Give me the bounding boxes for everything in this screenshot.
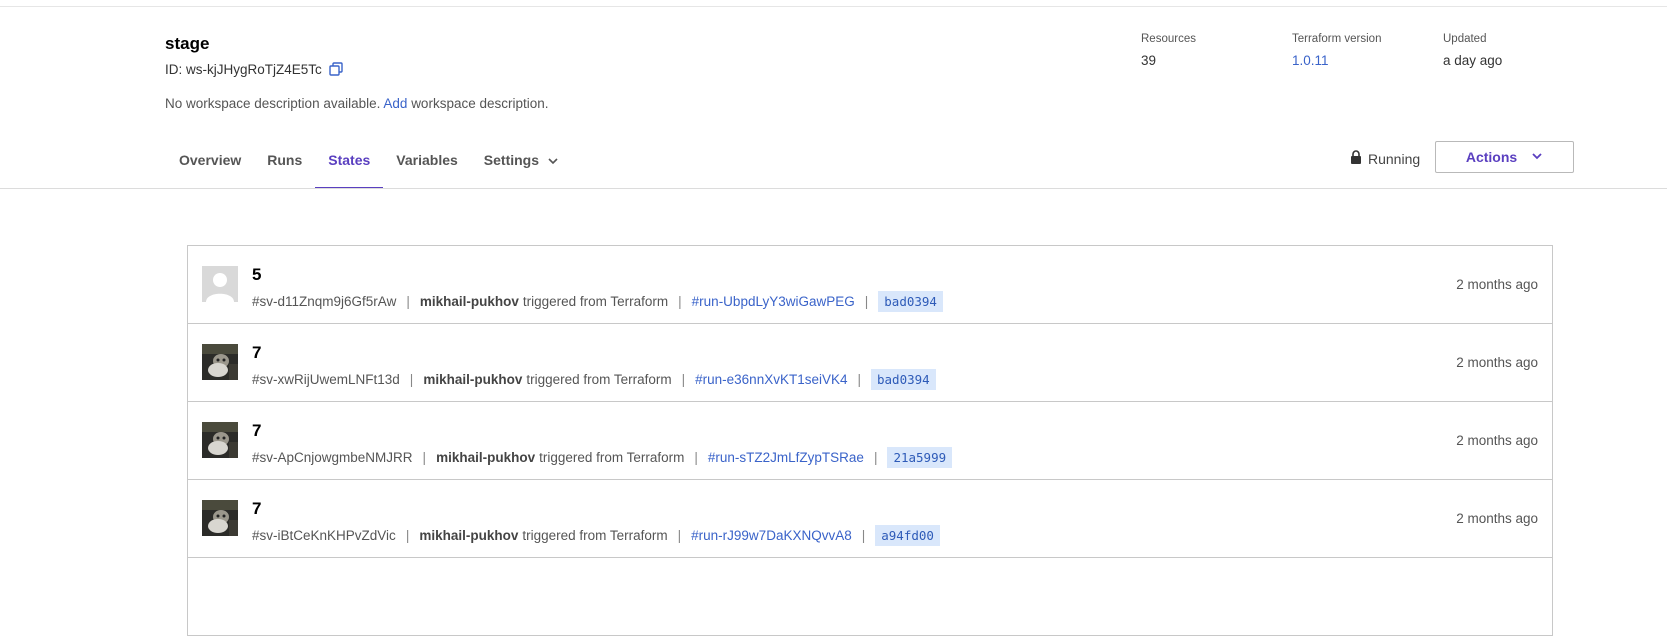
- state-version-id: #sv-iBtCeKnKHPvZdVic: [252, 528, 396, 543]
- separator: |: [678, 294, 682, 309]
- workspace-id-text: ID: ws-kjJHygRoTjZ4E5Tc: [165, 61, 322, 77]
- state-row[interactable]: 5 #sv-d11Znqm9j6Gf5rAw | mikhail-pukhov …: [188, 246, 1552, 324]
- workspace-tabs: Overview Runs States Variables Settings: [166, 137, 572, 189]
- separator: |: [677, 528, 682, 543]
- state-serial[interactable]: 7: [252, 499, 261, 519]
- state-trigger: triggered from Terraform: [522, 294, 669, 309]
- state-trigger: triggered from Terraform: [539, 450, 685, 465]
- tab-settings-label: Settings: [483, 152, 540, 168]
- run-link[interactable]: #run-e36nnXvKT1seiVK4: [695, 372, 847, 387]
- run-status: Running: [1350, 150, 1420, 167]
- workspace-title: stage: [165, 34, 210, 53]
- top-divider: [0, 6, 1667, 7]
- state-serial[interactable]: 7: [252, 421, 261, 441]
- state-time: 2 months ago: [1456, 277, 1538, 292]
- resources-value: 39: [1141, 53, 1157, 68]
- commit-sha[interactable]: bad0394: [871, 369, 936, 390]
- description-suffix: workspace description.: [411, 96, 549, 111]
- state-version-id: #sv-xwRijUwemLNFt13d: [252, 372, 400, 387]
- state-row[interactable]: 7 #sv-iBtCeKnKHPvZdVic | mikhail-pukhov …: [188, 480, 1552, 558]
- actions-button[interactable]: Actions: [1435, 141, 1574, 173]
- updated-meta: Updated a day ago: [1443, 33, 1502, 68]
- state-meta: #sv-ApCnjowgmbeNMJRR | mikhail-pukhov tr…: [252, 447, 953, 468]
- state-user: mikhail-pukhov: [419, 528, 519, 543]
- state-trigger: triggered from Terraform: [526, 372, 672, 387]
- chevron-down-icon: [1531, 149, 1543, 165]
- separator: |: [406, 294, 410, 309]
- state-serial[interactable]: 5: [252, 265, 261, 285]
- state-row[interactable]: 7 #sv-ApCnjowgmbeNMJRR | mikhail-pukhov …: [188, 402, 1552, 480]
- run-link[interactable]: #run-sTZ2JmLfZypTSRae: [708, 450, 864, 465]
- state-serial[interactable]: 7: [252, 343, 261, 363]
- separator: |: [861, 528, 866, 543]
- copy-icon[interactable]: [328, 61, 344, 77]
- workspace-description: No workspace description available. Add …: [165, 96, 549, 111]
- separator: |: [409, 372, 414, 387]
- separator: |: [694, 450, 698, 465]
- separator: |: [857, 372, 861, 387]
- actions-label: Actions: [1465, 149, 1518, 165]
- state-row[interactable]: 7 #sv-xwRijUwemLNFt13d | mikhail-pukhov …: [188, 324, 1552, 402]
- state-version-id: #sv-d11Znqm9j6Gf5rAw: [252, 294, 397, 309]
- state-trigger: triggered from Terraform: [522, 528, 668, 543]
- resources-meta: Resources 39: [1141, 33, 1196, 68]
- terraform-version-link[interactable]: 1.0.11: [1292, 53, 1381, 68]
- chevron-down-icon: [547, 154, 559, 170]
- commit-sha[interactable]: bad0394: [878, 291, 943, 312]
- separator: |: [864, 294, 869, 309]
- state-user: mikhail-pukhov: [436, 450, 536, 465]
- terraform-version-meta: Terraform version 1.0.11: [1292, 33, 1381, 68]
- state-user: mikhail-pukhov: [419, 294, 519, 309]
- user-avatar-icon: [202, 422, 238, 458]
- terraform-version-label: Terraform version: [1292, 33, 1382, 45]
- updated-label: Updated: [1443, 33, 1487, 45]
- state-row[interactable]: [188, 558, 1552, 636]
- description-text: No workspace description available.: [165, 96, 381, 111]
- state-user: mikhail-pukhov: [423, 372, 523, 387]
- separator: |: [422, 450, 427, 465]
- user-avatar-icon: [202, 344, 238, 380]
- run-status-label: Running: [1368, 150, 1421, 167]
- lock-icon: [1350, 150, 1362, 167]
- state-meta: #sv-d11Znqm9j6Gf5rAw | mikhail-pukhov tr…: [252, 291, 943, 312]
- tab-runs[interactable]: Runs: [254, 137, 315, 189]
- state-time: 2 months ago: [1456, 511, 1538, 526]
- tab-settings[interactable]: Settings: [471, 137, 572, 189]
- user-avatar-icon: [202, 500, 238, 536]
- separator: |: [873, 450, 878, 465]
- run-link[interactable]: #run-UbpdLyY3wiGawPEG: [692, 294, 855, 309]
- updated-value: a day ago: [1443, 53, 1503, 68]
- tab-variables[interactable]: Variables: [383, 137, 471, 189]
- state-meta: #sv-xwRijUwemLNFt13d | mikhail-pukhov tr…: [252, 369, 936, 390]
- add-description-link[interactable]: Add: [383, 96, 407, 111]
- nav-divider: [0, 188, 1667, 189]
- state-version-id: #sv-ApCnjowgmbeNMJRR: [252, 450, 413, 465]
- tab-overview[interactable]: Overview: [166, 137, 254, 189]
- commit-sha[interactable]: a94fd00: [875, 525, 940, 546]
- tab-states[interactable]: States: [315, 137, 384, 189]
- workspace-id: ID: ws-kjJHygRoTjZ4E5Tc: [165, 61, 344, 77]
- resources-label: Resources: [1141, 33, 1196, 45]
- default-avatar-icon: [202, 266, 238, 302]
- state-time: 2 months ago: [1456, 433, 1538, 448]
- separator: |: [405, 528, 410, 543]
- commit-sha[interactable]: 21a5999: [887, 447, 953, 468]
- separator: |: [681, 372, 686, 387]
- state-meta: #sv-iBtCeKnKHPvZdVic | mikhail-pukhov tr…: [252, 525, 940, 546]
- states-list: 5 #sv-d11Znqm9j6Gf5rAw | mikhail-pukhov …: [187, 245, 1553, 636]
- run-link[interactable]: #run-rJ99w7DaKXNQvvA8: [691, 528, 852, 543]
- state-time: 2 months ago: [1456, 355, 1538, 370]
